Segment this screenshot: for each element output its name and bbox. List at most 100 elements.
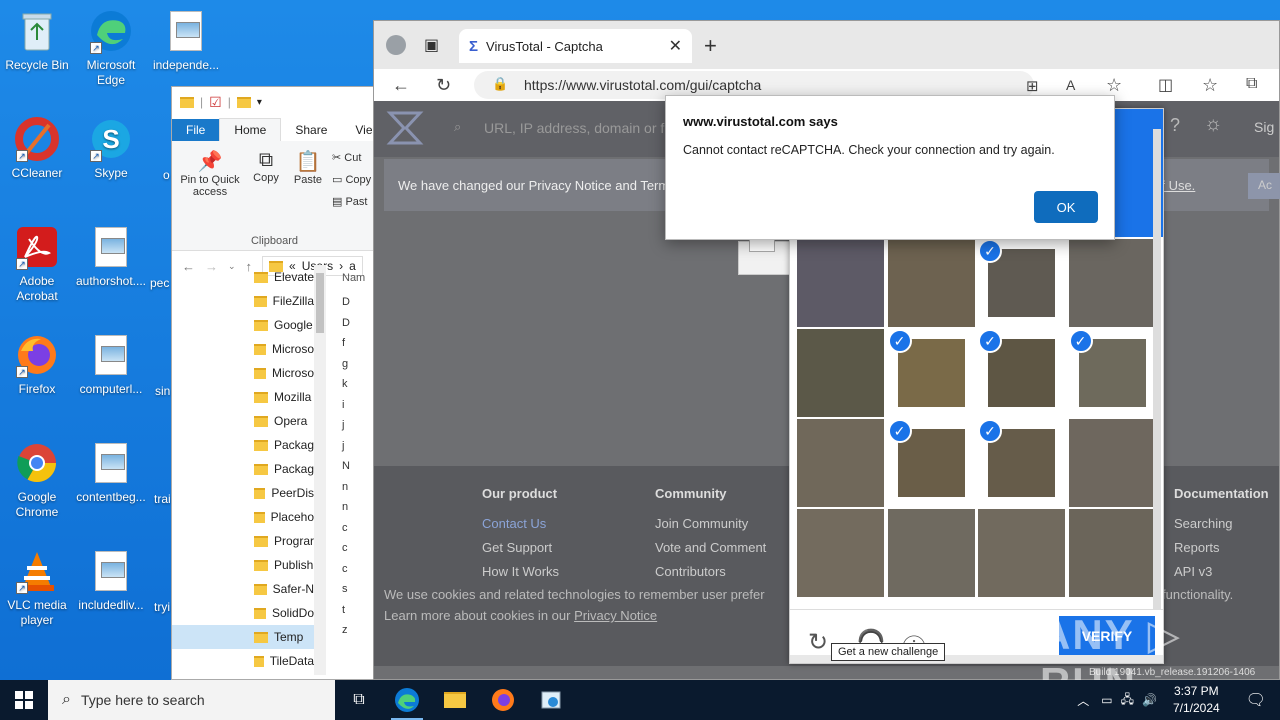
copy-path-button[interactable]: ▭ Copy <box>332 173 371 186</box>
tree-item[interactable]: Mozilla <box>172 385 314 409</box>
footer-link[interactable]: API v3 <box>1174 560 1269 584</box>
captcha-vscrollbar[interactable] <box>1153 129 1161 609</box>
accept-button[interactable]: Ac <box>1248 173 1280 199</box>
list-item[interactable]: j <box>342 436 377 457</box>
desktop-icon-file-1[interactable]: independe... <box>147 8 225 73</box>
tree-item[interactable]: Opera <box>172 409 314 433</box>
taskbar-file-explorer[interactable] <box>431 680 479 720</box>
list-item[interactable]: s <box>342 579 377 600</box>
captcha-checkbox[interactable] <box>749 238 775 252</box>
tab-share[interactable]: Share <box>281 119 341 141</box>
list-item[interactable]: i <box>342 395 377 416</box>
sign-in-link[interactable]: Sig <box>1254 119 1274 135</box>
captcha-tile[interactable]: ✓ <box>978 239 1065 327</box>
captcha-tile[interactable] <box>978 509 1065 597</box>
new-folder-icon[interactable] <box>236 96 251 108</box>
footer-link[interactable]: Reports <box>1174 536 1269 560</box>
copy-button[interactable]: ⧉ Copy <box>248 149 284 184</box>
desktop-icon-skype[interactable]: S ↗ Skype <box>72 116 150 181</box>
lock-icon[interactable]: 🔒 <box>492 76 508 92</box>
notifications-icon[interactable]: 🗨 <box>1232 690 1280 710</box>
tree-item[interactable]: Publish <box>172 553 314 577</box>
captcha-tile[interactable] <box>1068 509 1156 597</box>
footer-link[interactable]: Join Community <box>655 512 766 536</box>
start-button[interactable] <box>0 680 48 720</box>
tray-chevron-icon[interactable]: ︿ <box>1069 692 1097 709</box>
captcha-tile[interactable] <box>887 509 975 597</box>
desktop-icon-chrome[interactable]: Google Chrome <box>0 440 76 520</box>
tree-item[interactable]: SolidDo <box>172 601 314 625</box>
list-item[interactable]: N <box>342 456 377 477</box>
desktop-icon-firefox[interactable]: ↗ Firefox <box>0 332 76 397</box>
reload-icon[interactable]: ↻ <box>808 628 828 657</box>
list-item[interactable]: t <box>342 600 377 621</box>
tree-item[interactable]: Packag <box>172 433 314 457</box>
list-item[interactable]: z <box>342 620 377 641</box>
alert-dialog[interactable]: www.virustotal.com says Cannot contact r… <box>665 95 1115 240</box>
paste-shortcut-button[interactable]: ▤ Past <box>332 195 367 208</box>
file-explorer-window[interactable]: | ☑ | ▾ File Home Share Vie 📌 Pin to Qui… <box>171 86 376 680</box>
footer-link[interactable]: Vote and Comment <box>655 536 766 560</box>
clock[interactable]: 3:37 PM 7/1/2024 <box>1161 683 1232 717</box>
list-item[interactable]: c <box>342 559 377 580</box>
footer-link[interactable]: How It Works <box>482 560 559 584</box>
list-item[interactable]: n <box>342 497 377 518</box>
favorite-star-icon[interactable]: ☆ <box>1106 75 1122 96</box>
footer-link[interactable]: Get Support <box>482 536 559 560</box>
tree-item[interactable]: Microso <box>172 337 314 361</box>
back-arrow-icon[interactable]: ← <box>392 75 410 96</box>
split-screen-icon[interactable]: ◫ <box>1158 75 1173 95</box>
privacy-notice-link[interactable]: Privacy Notice <box>574 608 657 623</box>
desktop-icon-acrobat[interactable]: ↗ Adobe Acrobat <box>0 224 76 304</box>
read-aloud-icon[interactable]: A <box>1066 77 1075 93</box>
captcha-tile[interactable]: ✓ <box>978 419 1065 507</box>
explorer-title-bar[interactable]: | ☑ | ▾ <box>172 87 375 117</box>
list-item[interactable]: k <box>342 374 377 395</box>
favorites-icon[interactable]: ☆ <box>1202 75 1218 96</box>
profile-avatar-icon[interactable] <box>386 35 406 55</box>
tab-home[interactable]: Home <box>219 118 282 141</box>
virustotal-logo-icon[interactable] <box>386 109 424 147</box>
chevron-down-icon[interactable]: ▾ <box>257 97 262 108</box>
desktop-icon-file-4[interactable]: contentbeg... <box>72 440 150 505</box>
captcha-tile[interactable]: ✓ <box>1068 329 1156 417</box>
desktop-icon-ccleaner[interactable]: ↗ CCleaner <box>0 116 76 181</box>
footer-link[interactable]: Contact Us <box>482 512 559 536</box>
list-item[interactable]: D <box>342 313 377 334</box>
taskbar-firefox[interactable] <box>479 680 527 720</box>
paste-button[interactable]: 📋 Paste <box>290 149 326 186</box>
refresh-icon[interactable]: ↻ <box>436 75 451 96</box>
list-item[interactable]: n <box>342 477 377 498</box>
list-item[interactable]: g <box>342 354 377 375</box>
scrollbar-thumb[interactable] <box>316 273 324 333</box>
captcha-tile[interactable]: ✓ <box>887 419 975 507</box>
captcha-tile[interactable] <box>797 509 884 597</box>
captcha-tile[interactable] <box>1068 239 1156 327</box>
taskbar-app[interactable] <box>527 680 575 720</box>
desktop-icon-file-2[interactable]: authorshot.... <box>72 224 150 289</box>
tree-item-selected[interactable]: Temp <box>172 625 314 649</box>
desktop-icon-vlc[interactable]: ↗ VLC media player <box>0 548 76 628</box>
list-item[interactable]: D <box>342 292 377 313</box>
tab-actions-icon[interactable]: ▣ <box>424 35 439 55</box>
desktop-icon-file-3[interactable]: computerl... <box>72 332 150 397</box>
captcha-tile[interactable] <box>797 239 884 327</box>
theme-toggle-icon[interactable]: ☼ <box>1204 113 1222 136</box>
desktop-icon-edge[interactable]: ↗ Microsoft Edge <box>72 8 150 88</box>
tray-device-icon[interactable]: ▭ <box>1097 693 1116 707</box>
footer-link[interactable]: Contributors <box>655 560 766 584</box>
search-input-placeholder[interactable]: URL, IP address, domain or file <box>484 120 678 136</box>
captcha-tile[interactable]: ✓ <box>887 329 975 417</box>
tree-item[interactable]: PeerDis <box>172 481 314 505</box>
pin-quick-access-button[interactable]: 📌 Pin to Quick access <box>178 149 242 198</box>
footer-link[interactable]: Searching <box>1174 512 1269 536</box>
tree-item[interactable]: Packag <box>172 457 314 481</box>
ok-button[interactable]: OK <box>1034 191 1098 223</box>
captcha-tile[interactable] <box>797 329 884 417</box>
captcha-tile[interactable] <box>1068 419 1156 507</box>
task-view-button[interactable]: ⧉ <box>335 680 383 720</box>
captcha-checkbox-frame[interactable] <box>738 238 790 275</box>
tree-item[interactable]: Prograr <box>172 529 314 553</box>
taskbar-search[interactable]: ⌕ Type here to search <box>48 680 335 720</box>
captcha-tile[interactable] <box>887 239 975 327</box>
